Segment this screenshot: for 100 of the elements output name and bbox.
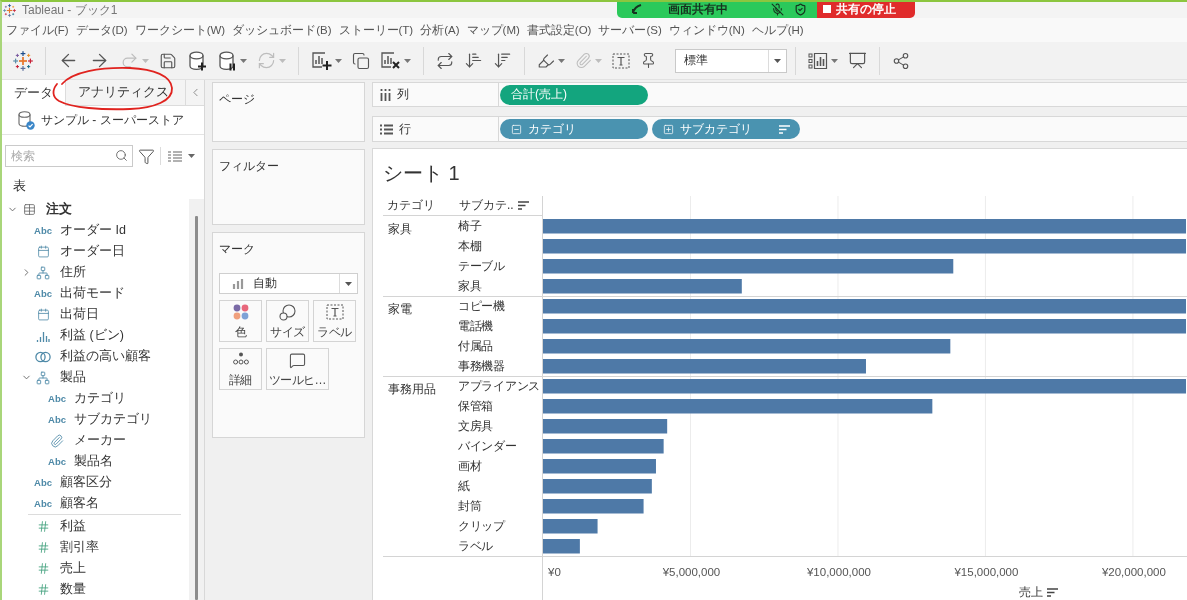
menu-item[interactable]: データ(D) — [74, 22, 129, 38]
data-type-label: Abc — [48, 414, 66, 425]
field-label[interactable]: 顧客区分 — [60, 474, 112, 491]
histogram-icon — [36, 329, 50, 342]
search-field[interactable]: 検索 — [5, 145, 133, 167]
speech-bubble-icon — [289, 352, 306, 369]
menu-item[interactable]: 書式設定(O) — [525, 22, 593, 38]
list-view-icon — [168, 150, 182, 162]
expand-square-icon[interactable] — [663, 123, 674, 135]
format-select[interactable]: 標準 — [675, 48, 787, 73]
menu-item[interactable]: ストーリー(T) — [337, 22, 415, 38]
field-label[interactable]: 利益の高い顧客 — [60, 348, 151, 365]
field-label[interactable]: 製品名 — [74, 453, 113, 470]
subcategory-label: 付属品 — [458, 337, 494, 355]
field-label[interactable]: オーダー Id — [60, 222, 126, 239]
mic-off-icon[interactable] — [771, 2, 784, 16]
field-label[interactable]: 住所 — [60, 264, 86, 281]
axis-label: ¥10,000,000 — [807, 566, 871, 578]
hierarchy-icon — [36, 265, 50, 280]
shelf[interactable]: 行 カテゴリ サブカテゴリ — [372, 116, 1187, 142]
subcategory-label: 画材 — [458, 457, 482, 475]
color-dots-icon — [232, 304, 249, 320]
field-label[interactable]: 出荷モード — [60, 285, 125, 302]
format-select-value: 標準 — [683, 52, 708, 69]
mark-property-button[interactable]: サイズ — [266, 300, 309, 342]
collapse-square-icon[interactable] — [511, 123, 522, 135]
text-box-icon — [325, 304, 344, 320]
subcategory-label: テーブル — [458, 257, 505, 275]
field-label[interactable]: メーカー — [74, 432, 126, 449]
field-label[interactable]: オーダー日 — [60, 243, 125, 260]
share-status: 画面共有中 — [668, 2, 728, 18]
database-check-icon — [18, 110, 35, 130]
caret-icon — [188, 154, 195, 158]
field-label[interactable]: 数量 — [60, 581, 86, 598]
category-label: 事務用品 — [388, 382, 436, 396]
subcategory-label: 事務機器 — [458, 357, 505, 375]
stop-icon — [823, 5, 831, 13]
shelf[interactable]: 列 合計(売上) — [372, 82, 1187, 107]
subcategory-label: 電話機 — [458, 317, 494, 335]
subcategory-label: コピー機 — [458, 297, 505, 315]
data-source-name[interactable]: サンプル - スーパーストア — [41, 111, 184, 129]
overlapping-circles-icon — [35, 349, 51, 364]
sheet-title: シート 1 — [383, 161, 461, 186]
field-label[interactable]: 製品 — [60, 369, 86, 386]
field-label[interactable]: 出荷日 — [60, 306, 99, 323]
shield-icon[interactable] — [794, 2, 807, 16]
circles-icon — [279, 304, 296, 321]
bar — [543, 539, 580, 554]
axis-label: ¥0 — [548, 566, 561, 578]
menu-item[interactable]: ウィンドウ(N) — [667, 22, 746, 38]
shelf-label: 列 — [397, 86, 409, 103]
subcategory-label: 椅子 — [458, 217, 482, 235]
section-label: 表 — [13, 177, 27, 195]
view-options-button[interactable] — [166, 150, 197, 162]
axis-label: ¥5,000,000 — [662, 566, 721, 578]
category-label: 家電 — [388, 302, 412, 316]
mark-type-select[interactable]: 自動 — [219, 273, 358, 294]
column-header[interactable]: サブカテ.. — [459, 197, 514, 214]
field-label[interactable]: 顧客名 — [60, 495, 99, 512]
paperclip-icon — [50, 433, 64, 448]
arrow-icon — [631, 3, 642, 15]
field-label[interactable]: 売上 — [60, 560, 86, 577]
mark-property-button[interactable]: ツールヒ… — [266, 348, 329, 390]
hash-icon — [36, 583, 50, 596]
menu-item[interactable]: サーバー(S) — [597, 22, 663, 38]
tab[interactable]: アナリティクス — [66, 80, 186, 106]
field-label[interactable]: 割引率 — [60, 539, 99, 556]
filter-icon[interactable] — [138, 147, 155, 165]
mark-property-button[interactable]: 詳細 — [219, 348, 262, 390]
field-label[interactable]: サブカテゴリ — [74, 411, 152, 428]
hash-icon — [36, 541, 50, 554]
card-title: ページ — [219, 91, 256, 108]
menu-item[interactable]: マップ(M) — [465, 22, 521, 38]
stop-share-button[interactable]: 共有の停止 — [817, 2, 915, 18]
mark-property-button[interactable]: ラベル — [313, 300, 356, 342]
scrollbar-track[interactable] — [189, 199, 204, 600]
rows-icon — [380, 123, 393, 135]
field-label[interactable]: カテゴリ — [74, 390, 126, 407]
menu-item[interactable]: ダッシュボード(B) — [231, 22, 333, 38]
axis-label: ¥20,000,000 — [1101, 566, 1166, 578]
bar — [543, 519, 598, 534]
subcategory-label: クリップ — [458, 517, 505, 535]
hash-icon — [36, 562, 50, 575]
category-label: 家具 — [388, 222, 412, 236]
menu-item[interactable]: ファイル(F) — [5, 22, 70, 38]
column-header[interactable]: カテゴリ — [387, 197, 435, 214]
field-label[interactable]: 利益 (ビン) — [60, 327, 124, 344]
caret-icon — [774, 58, 781, 63]
field-label[interactable]: 利益 — [60, 518, 86, 535]
table-icon — [22, 203, 36, 216]
table-label[interactable]: 注文 — [46, 201, 72, 218]
data-type-label: Abc — [34, 288, 52, 299]
card-title: マーク — [219, 241, 256, 258]
subcategory-label: 封筒 — [458, 497, 482, 515]
mark-property-button[interactable]: 色 — [219, 300, 262, 342]
scrollbar-thumb[interactable] — [195, 216, 198, 600]
menu-item[interactable]: ワークシート(W) — [133, 22, 227, 38]
menu-item[interactable]: ヘルプ(H) — [750, 22, 805, 38]
menu-item[interactable]: 分析(A) — [419, 22, 461, 38]
hash-icon — [36, 520, 50, 533]
